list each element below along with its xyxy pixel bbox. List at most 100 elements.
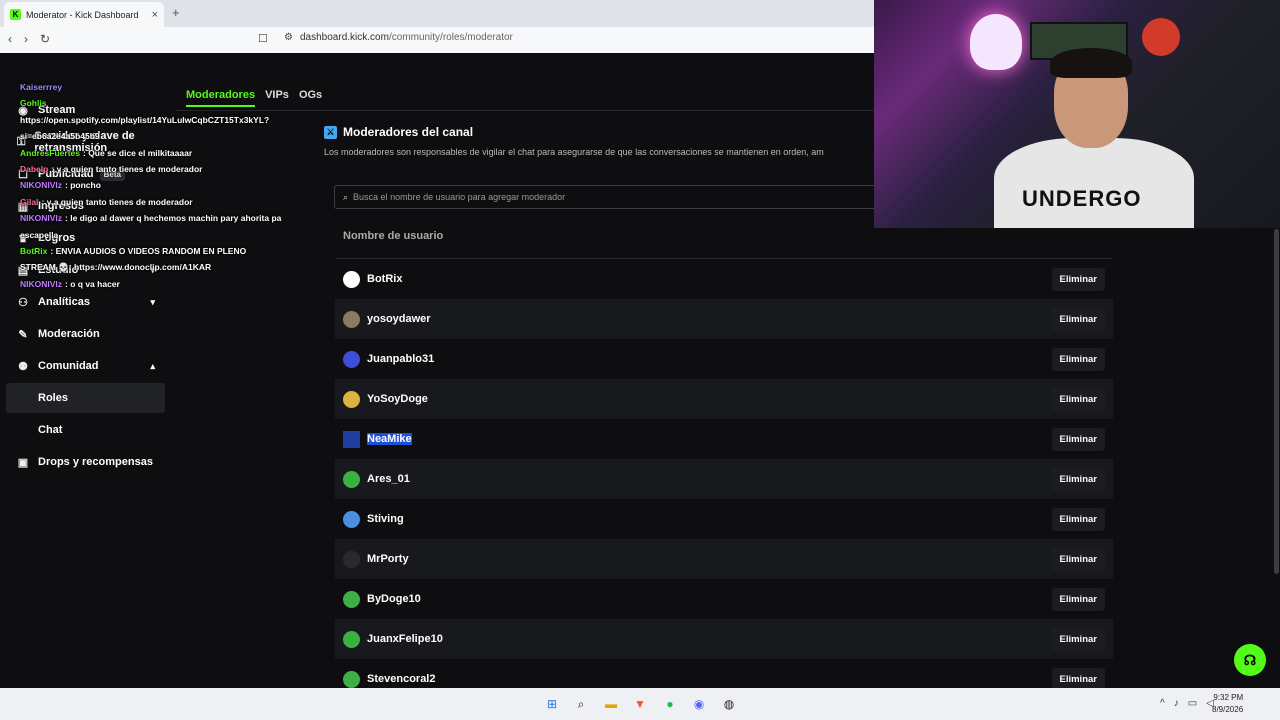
clock-date: 8/9/2026 bbox=[1212, 705, 1244, 714]
sidebar-item-label: Roles bbox=[38, 392, 68, 404]
shirt-text: UNDERGO bbox=[1022, 186, 1142, 211]
chat-username[interactable]: Gilal bbox=[20, 197, 38, 207]
avatar bbox=[343, 670, 360, 688]
avatar bbox=[343, 590, 360, 608]
chat-username[interactable]: Kaiserrrey bbox=[20, 82, 62, 92]
avatar bbox=[343, 310, 360, 328]
username[interactable]: Juanpablo31 bbox=[367, 353, 434, 365]
spotify-icon[interactable]: ● bbox=[662, 696, 678, 712]
table-row: MrPorty Eliminar bbox=[335, 539, 1113, 579]
remove-button[interactable]: Eliminar bbox=[1051, 347, 1105, 371]
sidebar-item-comunidad[interactable]: ⚉ Comunidad ▴ bbox=[6, 351, 165, 381]
table-row: Ares_01 Eliminar bbox=[335, 459, 1113, 499]
round-sign bbox=[1142, 18, 1180, 56]
chat-text: : le digo al dawer q hechemos machin par… bbox=[65, 213, 282, 224]
tab-close-icon[interactable]: × bbox=[152, 9, 158, 21]
avatar bbox=[343, 510, 360, 528]
reload-icon[interactable]: ↻ bbox=[40, 32, 50, 46]
clock-time: 9:32 PM bbox=[1213, 693, 1244, 702]
url-path: /community/roles/moderator bbox=[388, 32, 513, 43]
chevron-up-icon[interactable]: ^ bbox=[1160, 698, 1165, 709]
chat-overlay: Kaiserrrey Gohlis https://open.spotify.com… bbox=[0, 79, 300, 289]
remove-button[interactable]: Eliminar bbox=[1051, 507, 1105, 531]
remove-button[interactable]: Eliminar bbox=[1051, 587, 1105, 611]
remove-button[interactable]: Eliminar bbox=[1051, 307, 1105, 331]
remove-button[interactable]: Eliminar bbox=[1051, 547, 1105, 571]
sidebar-item-roles[interactable]: Roles bbox=[6, 383, 165, 413]
chat-username[interactable]: Gohlis bbox=[20, 98, 46, 108]
windows-start-icon[interactable]: ⊞ bbox=[544, 696, 560, 712]
table-row: Juanpablo31 Eliminar bbox=[335, 339, 1113, 379]
username[interactable]: yosoydawer bbox=[367, 313, 431, 325]
username[interactable]: Stevencoral2 bbox=[367, 673, 435, 685]
chat-username[interactable]: AndresFuertes bbox=[20, 148, 80, 158]
table-row: ByDoge10 Eliminar bbox=[335, 579, 1113, 619]
table-row: JuanxFelipe10 Eliminar bbox=[335, 619, 1113, 659]
neon-sign bbox=[970, 14, 1022, 70]
chat-text: https://open.spotify.com/playlist/14YuLu… bbox=[20, 114, 270, 125]
webcam-overlay: UNDERGO bbox=[874, 0, 1280, 228]
brave-browser-icon[interactable]: ▼ bbox=[632, 696, 648, 712]
table-body: BotRix Eliminar yosoydawer Eliminar Juanpabl… bbox=[335, 259, 1113, 699]
file-explorer-icon[interactable]: ▬ bbox=[603, 696, 619, 712]
sidebar-item-drops[interactable]: ▣ Drops y recompensas bbox=[6, 447, 165, 477]
username[interactable]: BotRix bbox=[367, 273, 402, 285]
chat-message: Gilal: y a quien tanto tienes de moderad… bbox=[0, 194, 300, 210]
username[interactable]: ByDoge10 bbox=[367, 593, 421, 605]
help-chat-button[interactable]: ☊ bbox=[1234, 644, 1266, 676]
microphone-icon[interactable]: ♪ bbox=[1174, 698, 1179, 709]
search-icon[interactable]: ⌕ bbox=[573, 696, 589, 712]
sidebar-item-label: Chat bbox=[38, 424, 63, 436]
bookmark-icon[interactable]: ☐ bbox=[258, 32, 268, 45]
chat-message: Gohlis bbox=[0, 95, 300, 111]
gift-icon: ▣ bbox=[17, 456, 29, 469]
chat-text: si=eb6a2e4a5b45b9 bbox=[20, 131, 100, 142]
chat-username[interactable]: NIKONIVIz bbox=[20, 213, 62, 223]
chat-text: : Que se dice el milkitaaaar bbox=[83, 147, 193, 158]
chat-text: : y a quien tanto tienes de moderador bbox=[41, 196, 193, 207]
scrollbar[interactable] bbox=[1274, 229, 1279, 574]
username[interactable]: NeaMike bbox=[367, 433, 412, 445]
sidebar-item-moderacion[interactable]: ✎ Moderación bbox=[6, 319, 165, 349]
chat-message: AndresFuertes: Que se dice el milkitaaaa… bbox=[0, 145, 300, 161]
search-placeholder: Busca el nombre de usuario para agregar … bbox=[353, 192, 566, 202]
username[interactable]: Stiving bbox=[367, 513, 404, 525]
table-row: YoSoyDoge Eliminar bbox=[335, 379, 1113, 419]
address-bar[interactable]: dashboard.kick.com/community/roles/moder… bbox=[300, 32, 513, 43]
chat-message: BotRix: ENVIA AUDIOS O VIDEOS RANDOM EN … bbox=[0, 243, 300, 259]
username[interactable]: YoSoyDoge bbox=[367, 393, 428, 405]
remove-button[interactable]: Eliminar bbox=[1051, 627, 1105, 651]
chat-text: : poncho bbox=[65, 180, 101, 191]
moderators-table: Nombre de usuario BotRix Eliminar yosoydaw… bbox=[335, 213, 1113, 699]
tab-ogs[interactable]: OGs bbox=[299, 89, 322, 107]
remove-button[interactable]: Eliminar bbox=[1051, 467, 1105, 491]
headset-icon: ☊ bbox=[1243, 651, 1257, 668]
chat-message: si=eb6a2e4a5b45b9 bbox=[0, 128, 300, 144]
table-row: Stiving Eliminar bbox=[335, 499, 1113, 539]
sidebar-item-chat[interactable]: Chat bbox=[6, 415, 165, 445]
back-icon[interactable]: ‹ bbox=[8, 32, 12, 46]
site-settings-icon[interactable]: ⚙ bbox=[284, 32, 293, 43]
chat-username[interactable]: NIKONIVIz bbox=[20, 279, 62, 289]
discord-icon[interactable]: ◉ bbox=[691, 696, 707, 712]
username[interactable]: Ares_01 bbox=[367, 473, 410, 485]
monitor-icon[interactable]: ▭ bbox=[1188, 698, 1197, 709]
avatar bbox=[343, 630, 360, 648]
username[interactable]: JuanxFelipe10 bbox=[367, 633, 443, 645]
clock[interactable]: 9:32 PM 8/9/2026 bbox=[1212, 692, 1243, 716]
chat-username[interactable]: Dabelp bbox=[20, 164, 48, 174]
remove-button[interactable]: Eliminar bbox=[1051, 267, 1105, 291]
chart-icon: ⚇ bbox=[18, 296, 28, 309]
section-description: Los moderadores son responsables de vigi… bbox=[324, 147, 824, 157]
remove-button[interactable]: Eliminar bbox=[1051, 387, 1105, 411]
table-row: BotRix Eliminar bbox=[335, 259, 1113, 299]
browser-tab[interactable]: K Moderator - Kick Dashboard × bbox=[4, 2, 164, 27]
chat-username[interactable]: NIKONIVIz bbox=[20, 180, 62, 190]
new-tab-icon[interactable]: + bbox=[172, 5, 180, 20]
forward-icon[interactable]: › bbox=[24, 32, 28, 46]
obs-icon[interactable]: ◍ bbox=[721, 696, 737, 712]
username[interactable]: MrPorty bbox=[367, 553, 409, 565]
remove-button[interactable]: Eliminar bbox=[1051, 427, 1105, 451]
chat-username[interactable]: BotRix bbox=[20, 246, 47, 256]
chat-text: escapella bbox=[20, 229, 59, 240]
